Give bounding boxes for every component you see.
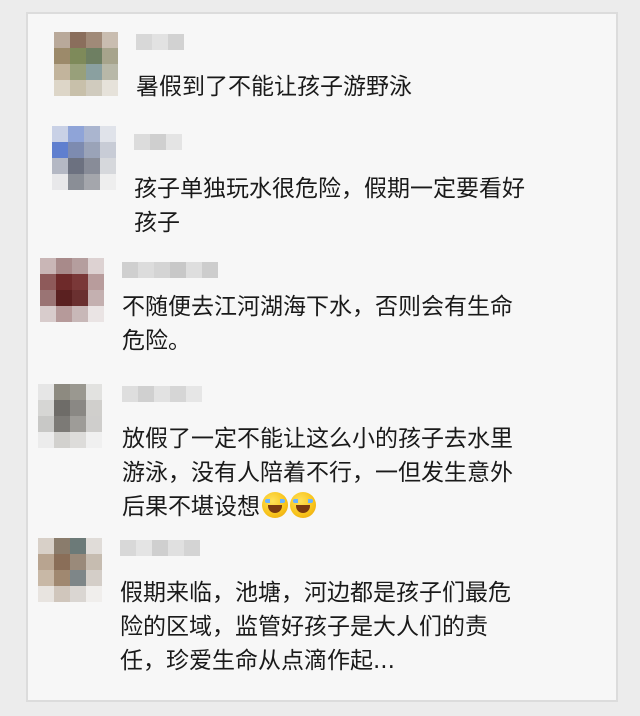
comment-text: 孩子单独玩水很危险，假期一定要看好 孩子 <box>134 176 525 236</box>
blurred-username[interactable] <box>122 262 218 278</box>
blurred-username[interactable] <box>122 386 202 402</box>
blurred-username[interactable] <box>120 540 200 556</box>
comment-text: 放假了一定不能让这么小的孩子去水里 游泳，没有人陪着不行，一但发生意外 后果不堪… <box>122 422 513 524</box>
blurred-avatar[interactable] <box>40 258 104 322</box>
blurred-username[interactable] <box>136 34 184 50</box>
rofl-face-icon <box>290 492 316 518</box>
blurred-avatar[interactable] <box>38 384 102 448</box>
rofl-face-icon <box>262 492 288 518</box>
comment-text: 假期来临，池塘，河边都是孩子们最危 险的区域，监管好孩子是大人们的责 任，珍爱生… <box>120 580 511 674</box>
blurred-avatar[interactable] <box>54 32 118 96</box>
blurred-avatar[interactable] <box>52 126 116 190</box>
comment-list: 暑假到了不能让孩子游野泳 孩子单独玩水很危险，假期一定要看好 孩子 不随便去江河… <box>26 12 618 702</box>
comment-text: 暑假到了不能让孩子游野泳 <box>136 74 412 100</box>
blurred-avatar[interactable] <box>38 538 102 602</box>
blurred-username[interactable] <box>134 134 182 150</box>
comment-text: 不随便去江河湖海下水，否则会有生命 危险。 <box>122 294 513 354</box>
comment-text-body: 放假了一定不能让这么小的孩子去水里 游泳，没有人陪着不行，一但发生意外 后果不堪… <box>122 426 513 520</box>
